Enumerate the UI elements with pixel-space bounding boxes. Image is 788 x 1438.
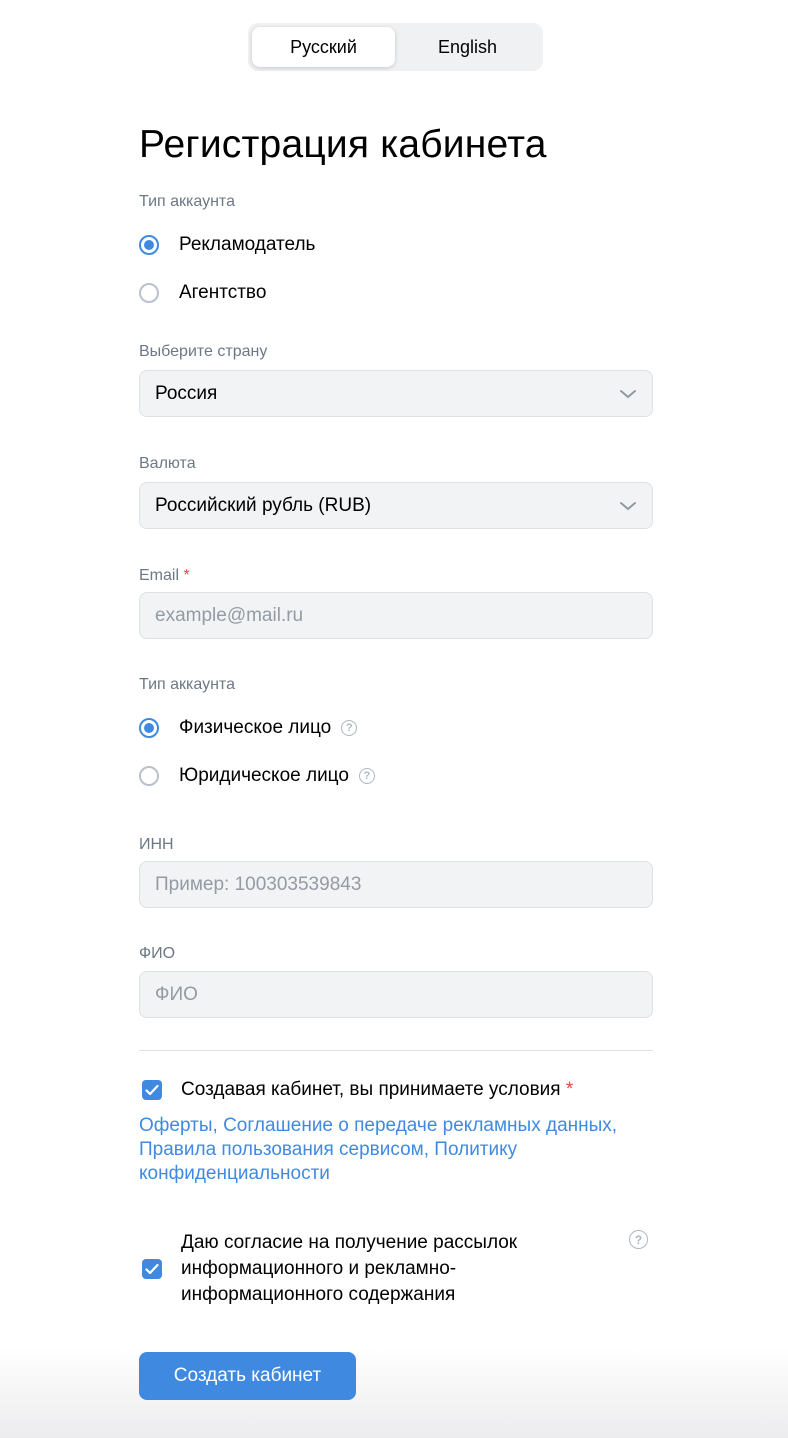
terms-required-mark: *	[565, 1079, 574, 1100]
link-separator: ,	[611, 1115, 618, 1136]
radio-agency[interactable]: Агентство	[139, 279, 266, 307]
link-separator: ,	[423, 1139, 430, 1160]
terms-links: Оферты, Соглашение о передаче рекламных …	[139, 1114, 659, 1186]
radio-agency-label: Агентство	[179, 282, 267, 303]
checkmark-icon	[145, 1263, 159, 1275]
radio-advertiser[interactable]: Рекламодатель	[139, 231, 315, 259]
page-title: Регистрация кабинета	[139, 123, 547, 166]
help-icon[interactable]: ?	[629, 1230, 648, 1249]
service-rules-link[interactable]: Правила пользования сервисом	[139, 1139, 424, 1160]
bottom-fade	[0, 1348, 788, 1438]
help-icon[interactable]: ?	[341, 720, 358, 736]
terms-text-label: Создавая кабинет, вы принимаете условия	[181, 1079, 561, 1100]
newsletter-text: Даю согласие на получение рассылок инфор…	[181, 1230, 517, 1308]
divider	[139, 1050, 653, 1051]
create-cabinet-button[interactable]: Создать кабинет	[139, 1352, 356, 1400]
currency-value: Российский рубль (RUB)	[155, 494, 372, 516]
radio-legal-entity[interactable]: Юридическое лицо ?	[139, 762, 375, 790]
email-required-mark: *	[183, 567, 190, 584]
inn-field-wrapper	[139, 861, 653, 908]
terms-checkbox[interactable]	[142, 1080, 162, 1100]
account-type-label: Тип аккаунта	[139, 193, 235, 210]
checkmark-icon	[145, 1084, 159, 1096]
currency-label: Валюта	[139, 455, 196, 472]
newsletter-text-line: Даю согласие на получение рассылок	[181, 1232, 518, 1253]
currency-select[interactable]: Российский рубль (RUB)	[139, 482, 653, 529]
newsletter-text-line: информационного и рекламно-	[181, 1258, 457, 1279]
language-switch: Русский English	[248, 23, 543, 71]
radio-individual[interactable]: Физическое лицо ?	[139, 714, 358, 742]
inn-label: ИНН	[139, 836, 174, 853]
language-english-button[interactable]: English	[396, 27, 539, 67]
link-separator: ,	[212, 1115, 218, 1136]
fio-label: ФИО	[139, 945, 176, 962]
inn-field[interactable]	[155, 873, 637, 896]
help-icon[interactable]: ?	[358, 768, 375, 784]
newsletter-checkbox[interactable]	[142, 1259, 162, 1279]
email-label: Email *	[139, 566, 190, 586]
email-label-text: Email	[139, 567, 180, 584]
fio-field[interactable]	[155, 983, 637, 1006]
terms-text: Создавая кабинет, вы принимаете условия …	[181, 1077, 573, 1103]
country-label: Выберите страну	[139, 343, 268, 360]
country-value: Россия	[155, 382, 218, 404]
email-field[interactable]	[155, 604, 637, 627]
radio-advertiser-label: Рекламодатель	[179, 234, 316, 255]
offer-link[interactable]: Оферты	[139, 1115, 213, 1136]
radio-legal-entity-label: Юридическое лицо	[179, 765, 349, 786]
entity-type-label: Тип аккаунта	[139, 676, 235, 693]
email-field-wrapper	[139, 592, 653, 639]
radio-agency-control[interactable]	[139, 283, 159, 303]
radio-individual-control[interactable]	[139, 718, 159, 738]
country-select[interactable]: Россия	[139, 370, 653, 417]
chevron-down-icon	[620, 389, 636, 398]
radio-advertiser-control[interactable]	[139, 235, 159, 255]
radio-legal-entity-control[interactable]	[139, 766, 159, 786]
fio-field-wrapper	[139, 971, 653, 1018]
radio-individual-label: Физическое лицо	[179, 717, 332, 738]
data-transfer-agreement-link[interactable]: Соглашение о передаче рекламных данных	[223, 1115, 612, 1136]
chevron-down-icon	[620, 501, 636, 510]
newsletter-text-line: информационного содержания	[181, 1284, 456, 1305]
language-russian-button[interactable]: Русский	[252, 27, 395, 67]
